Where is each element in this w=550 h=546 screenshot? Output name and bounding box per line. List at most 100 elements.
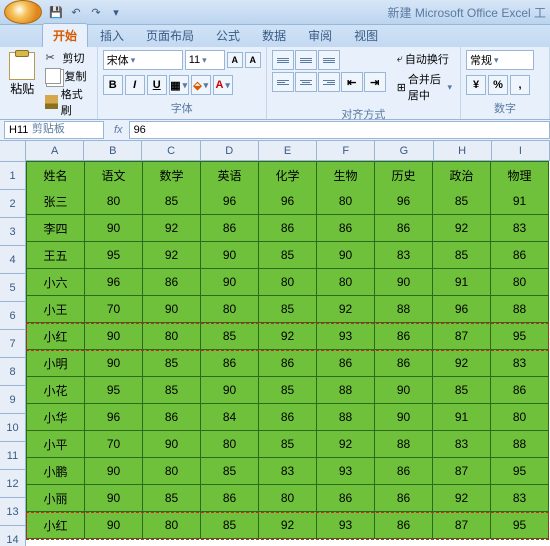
cell[interactable]: 86: [375, 215, 433, 242]
row-header[interactable]: 5: [0, 274, 26, 302]
currency-button[interactable]: ¥: [466, 75, 486, 95]
cell[interactable]: 95: [85, 377, 143, 404]
cell[interactable]: 85: [259, 242, 317, 269]
comma-button[interactable]: ,: [510, 75, 530, 95]
cell[interactable]: 92: [143, 242, 201, 269]
cell[interactable]: 生物: [317, 161, 375, 189]
cell[interactable]: 93: [317, 512, 375, 539]
cell[interactable]: 80: [143, 458, 201, 485]
cell[interactable]: 96: [85, 269, 143, 296]
cell[interactable]: 化学: [259, 161, 317, 189]
cell[interactable]: 95: [491, 512, 549, 539]
row-header[interactable]: 11: [0, 442, 26, 470]
cell[interactable]: 90: [375, 269, 433, 296]
redo-icon[interactable]: ↷: [88, 4, 104, 20]
cell[interactable]: 小华: [26, 404, 85, 431]
paste-button[interactable]: 粘贴: [4, 49, 40, 119]
cell[interactable]: 80: [491, 269, 549, 296]
formula-input[interactable]: 96: [129, 121, 550, 139]
cell[interactable]: 86: [375, 350, 433, 377]
cell[interactable]: 政治: [433, 161, 491, 189]
cell[interactable]: 90: [85, 323, 143, 350]
save-icon[interactable]: 💾: [48, 4, 64, 20]
column-header[interactable]: B: [84, 141, 142, 161]
cell[interactable]: 80: [317, 188, 375, 215]
fill-color-button[interactable]: ⬙: [191, 75, 211, 95]
shrink-font-button[interactable]: A: [245, 52, 261, 68]
column-header[interactable]: G: [375, 141, 433, 161]
cell[interactable]: 王五: [26, 242, 85, 269]
align-right-button[interactable]: [318, 72, 340, 92]
cell[interactable]: 96: [375, 188, 433, 215]
row-header[interactable]: 3: [0, 218, 26, 246]
cell[interactable]: 86: [317, 485, 375, 512]
cell[interactable]: 张三: [26, 188, 85, 215]
cell[interactable]: 80: [201, 296, 259, 323]
cell[interactable]: 83: [491, 350, 549, 377]
row-header[interactable]: 12: [0, 470, 26, 498]
cell[interactable]: 英语: [201, 161, 259, 189]
cell[interactable]: 88: [317, 404, 375, 431]
cell[interactable]: 83: [491, 485, 549, 512]
cell[interactable]: 83: [433, 431, 491, 458]
cell[interactable]: 96: [433, 296, 491, 323]
cell[interactable]: 83: [259, 458, 317, 485]
cell[interactable]: 88: [375, 431, 433, 458]
cell[interactable]: 80: [85, 188, 143, 215]
cell[interactable]: 86: [259, 215, 317, 242]
cell[interactable]: 86: [201, 485, 259, 512]
cell[interactable]: 86: [143, 269, 201, 296]
cell[interactable]: 小红: [26, 512, 85, 539]
cell[interactable]: 90: [85, 485, 143, 512]
cell[interactable]: 90: [143, 296, 201, 323]
cell[interactable]: 70: [85, 296, 143, 323]
cell[interactable]: 92: [259, 323, 317, 350]
cell[interactable]: 91: [433, 404, 491, 431]
cell[interactable]: 93: [317, 458, 375, 485]
cell[interactable]: 93: [317, 323, 375, 350]
cell[interactable]: 95: [491, 323, 549, 350]
cell[interactable]: 小花: [26, 377, 85, 404]
align-middle-button[interactable]: [295, 50, 317, 70]
tab-6[interactable]: 视图: [344, 24, 388, 47]
cell[interactable]: 85: [143, 188, 201, 215]
row-header[interactable]: 8: [0, 358, 26, 386]
cell[interactable]: 86: [375, 458, 433, 485]
cell[interactable]: 85: [433, 242, 491, 269]
bold-button[interactable]: B: [103, 75, 123, 95]
cell[interactable]: 86: [317, 215, 375, 242]
cell[interactable]: 历史: [375, 161, 433, 189]
format-painter-button[interactable]: 格式刷: [42, 85, 92, 119]
cell[interactable]: 小丽: [26, 485, 85, 512]
cell[interactable]: 85: [201, 512, 259, 539]
cell[interactable]: 92: [143, 215, 201, 242]
merge-center-button[interactable]: ⊞合并后居中: [393, 69, 456, 105]
underline-button[interactable]: U: [147, 75, 167, 95]
cell[interactable]: 85: [259, 377, 317, 404]
cell[interactable]: 李四: [26, 215, 85, 242]
cell[interactable]: 91: [433, 269, 491, 296]
cell[interactable]: 85: [259, 431, 317, 458]
tab-1[interactable]: 插入: [90, 24, 134, 47]
cell[interactable]: 90: [201, 242, 259, 269]
cell[interactable]: 87: [433, 323, 491, 350]
wrap-text-button[interactable]: ⤶自动换行: [393, 49, 456, 69]
cell[interactable]: 86: [491, 242, 549, 269]
cell[interactable]: 80: [201, 431, 259, 458]
cell[interactable]: 86: [375, 323, 433, 350]
cell[interactable]: 95: [85, 242, 143, 269]
cell[interactable]: 86: [375, 512, 433, 539]
cell[interactable]: 90: [85, 512, 143, 539]
cell[interactable]: 80: [317, 269, 375, 296]
column-header[interactable]: F: [317, 141, 375, 161]
cell[interactable]: 87: [433, 512, 491, 539]
cell[interactable]: 小明: [26, 350, 85, 377]
cell[interactable]: 85: [201, 458, 259, 485]
cell[interactable]: 90: [85, 350, 143, 377]
cell[interactable]: 88: [491, 431, 549, 458]
align-left-button[interactable]: [272, 72, 294, 92]
cell[interactable]: 85: [143, 485, 201, 512]
cell[interactable]: 数学: [143, 161, 201, 189]
font-color-button[interactable]: A: [213, 75, 233, 95]
cell[interactable]: 86: [491, 377, 549, 404]
